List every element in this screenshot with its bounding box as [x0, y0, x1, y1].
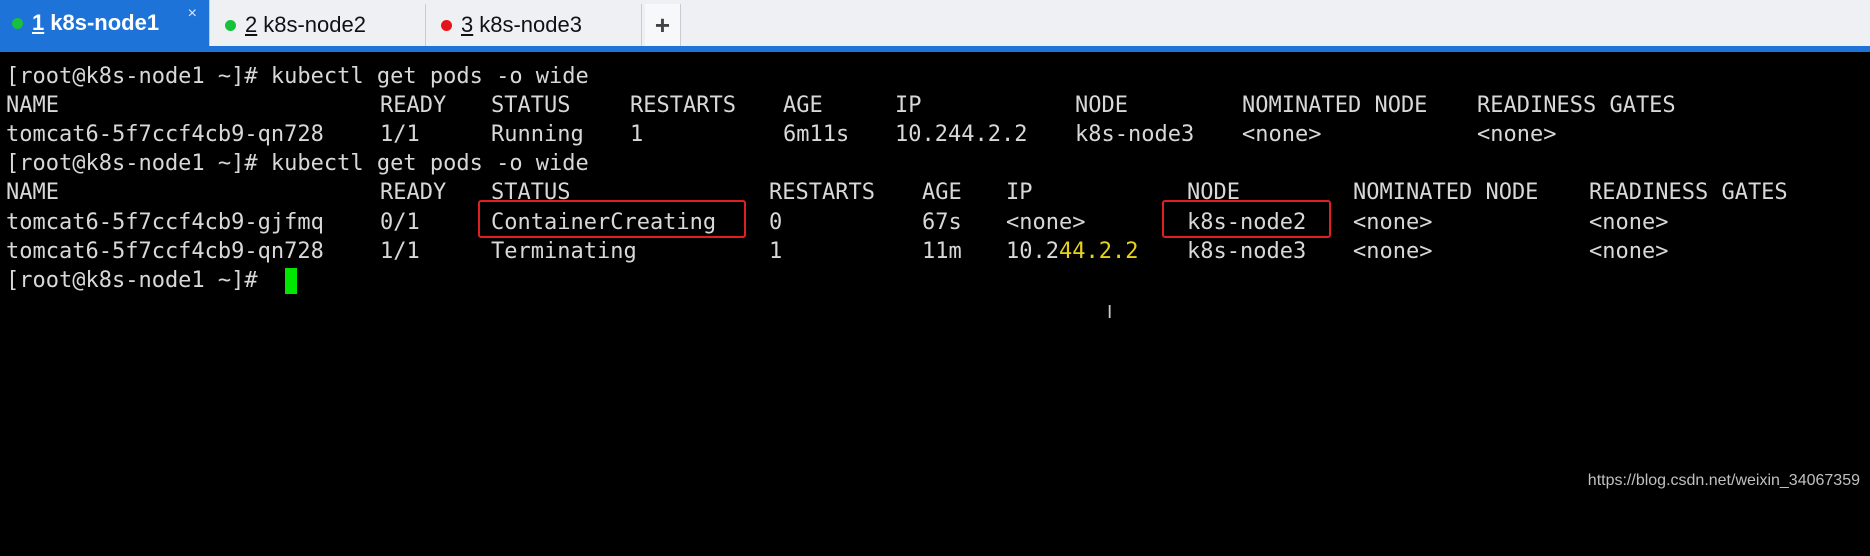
col-header: STATUS: [491, 93, 571, 118]
col-header: READINESS GATES: [1477, 93, 1676, 118]
pod-name: tomcat6-5f7ccf4cb9-gjfmq: [6, 210, 324, 235]
highlight-box-status: [478, 200, 746, 238]
col-header: NAME: [6, 93, 59, 118]
add-tab-button[interactable]: +: [645, 4, 681, 46]
terminal-output[interactable]: [root@k8s-node1 ~]# kubectl get pods -o …: [0, 52, 1870, 504]
tab-k8s-node1[interactable]: 1 k8s-node1 ×: [0, 0, 210, 46]
col-header: READINESS GATES: [1589, 180, 1788, 205]
pod-ip: <none>: [1006, 210, 1086, 235]
terminal-cursor: [285, 268, 297, 294]
status-dot-icon: [441, 19, 452, 31]
tab-k8s-node2[interactable]: 2 k8s-node2: [213, 4, 426, 46]
tab-number: 2: [245, 12, 258, 37]
pod-ready: 1/1: [380, 122, 420, 147]
col-header: READY: [380, 93, 447, 118]
col-header: READY: [380, 180, 447, 205]
pod-restarts: 1: [769, 239, 783, 264]
pod-age: 67s: [922, 210, 962, 235]
pod-nominated-node: <none>: [1353, 239, 1433, 264]
pod-ready: 1/1: [380, 239, 420, 264]
pod-status: Running: [491, 122, 584, 147]
pod-readiness-gates: <none>: [1589, 239, 1669, 264]
col-header: RESTARTS: [769, 180, 875, 205]
table-row: tomcat6-5f7ccf4cb9-qn728 1/1 Running 1 6…: [0, 120, 1556, 149]
pod-name: tomcat6-5f7ccf4cb9-qn728: [6, 122, 324, 147]
status-dot-icon: [225, 19, 236, 31]
ip-selected-part: 44.2.2: [1058, 239, 1139, 264]
table-row: tomcat6-5f7ccf4cb9-qn728 1/1 Terminating…: [0, 237, 1668, 266]
watermark: https://blog.csdn.net/weixin_34067359: [1587, 472, 1860, 489]
plus-icon: +: [654, 9, 671, 40]
tab-k8s-node3[interactable]: 3 k8s-node3: [429, 4, 642, 46]
command-line: [root@k8s-node1 ~]# kubectl get pods -o …: [0, 149, 589, 178]
tab-label: k8s-node2: [263, 12, 366, 37]
pod-restarts: 1: [630, 122, 644, 147]
pod-ip: 10.244.2.2: [1006, 237, 1138, 266]
pod-node: k8s-node3: [1075, 122, 1195, 147]
pod-restarts: 0: [769, 210, 783, 235]
col-header: AGE: [783, 93, 823, 118]
command-text: [root@k8s-node1 ~]# kubectl get pods -o …: [6, 64, 589, 89]
pod-age: 11m: [922, 239, 962, 264]
pod-name: tomcat6-5f7ccf4cb9-qn728: [6, 239, 324, 264]
col-header: NOMINATED NODE: [1353, 180, 1539, 205]
pod-readiness-gates: <none>: [1589, 210, 1669, 235]
col-header: IP: [895, 93, 922, 118]
col-header: RESTARTS: [630, 93, 736, 118]
ip-part: 10.2: [1006, 239, 1059, 264]
col-header: NODE: [1075, 93, 1128, 118]
pod-nominated-node: <none>: [1242, 122, 1322, 147]
col-header: AGE: [922, 180, 962, 205]
close-icon[interactable]: ×: [188, 5, 197, 23]
col-header: IP: [1006, 180, 1033, 205]
tab-bar: 1 k8s-node1 × 2 k8s-node2 3 k8s-node3 +: [0, 0, 1870, 47]
table-header: NAME READY STATUS RESTARTS AGE IP NODE N…: [0, 178, 1788, 207]
col-header: NOMINATED NODE: [1242, 93, 1428, 118]
col-header: NAME: [6, 180, 59, 205]
highlight-box-node: [1162, 200, 1331, 238]
pod-age: 6m11s: [783, 122, 850, 147]
pod-nominated-node: <none>: [1353, 210, 1433, 235]
tab-number: 3: [461, 12, 474, 37]
tab-label: k8s-node3: [479, 12, 582, 37]
pod-status: Terminating: [491, 239, 637, 264]
command-line: [root@k8s-node1 ~]# kubectl get pods -o …: [0, 62, 589, 91]
pod-ready: 0/1: [380, 210, 420, 235]
text-cursor-icon: I: [1107, 302, 1113, 323]
tab-number: 1: [32, 10, 45, 35]
prompt-text: [root@k8s-node1 ~]#: [6, 268, 271, 293]
pod-readiness-gates: <none>: [1477, 122, 1557, 147]
status-dot-icon: [12, 17, 23, 29]
command-text: [root@k8s-node1 ~]# kubectl get pods -o …: [6, 151, 589, 176]
table-row: tomcat6-5f7ccf4cb9-gjfmq 0/1 ContainerCr…: [0, 208, 1668, 237]
table-header: NAME READY STATUS RESTARTS AGE IP NODE N…: [0, 91, 1676, 120]
tab-label: k8s-node1: [50, 10, 160, 35]
pod-node: k8s-node3: [1187, 239, 1307, 264]
pod-ip: 10.244.2.2: [895, 122, 1028, 147]
command-line: [root@k8s-node1 ~]#: [0, 266, 258, 295]
